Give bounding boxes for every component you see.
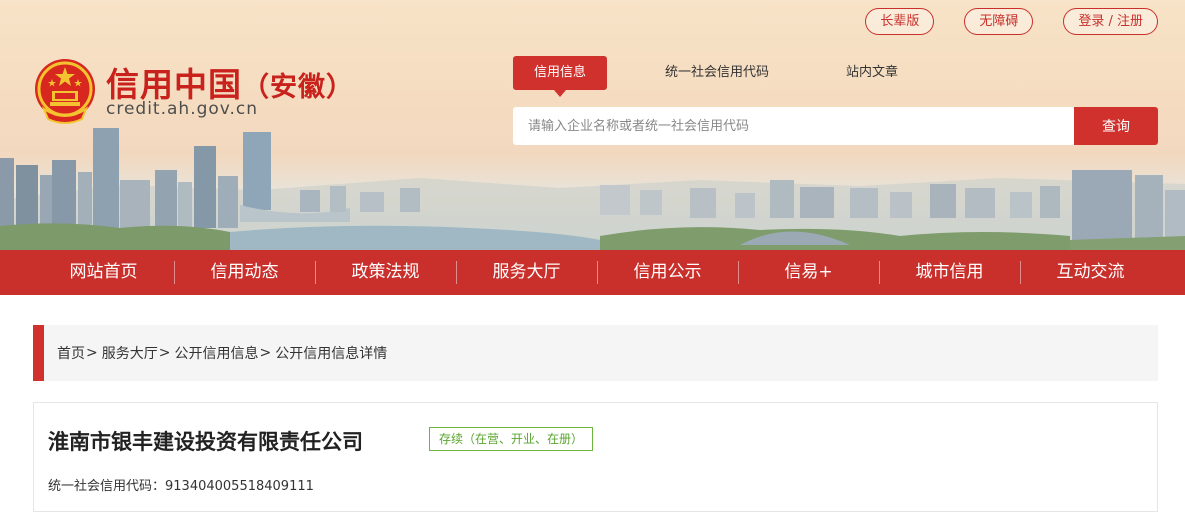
accessibility-link[interactable]: 无障碍: [964, 8, 1034, 35]
tab-unified-credit-code[interactable]: 统一社会信用代码: [634, 56, 800, 90]
company-card: 淮南市银丰建设投资有限责任公司 存续（在营、开业、在册） 统一社会信用代码：91…: [33, 402, 1158, 512]
nav-item-city-credit[interactable]: 城市信用: [879, 250, 1020, 295]
nav-item-service-hall[interactable]: 服务大厅: [456, 250, 597, 295]
breadcrumb-public-credit-info[interactable]: 公开信用信息: [174, 343, 258, 363]
header-banner: 长辈版 无障碍 登录 / 注册 信用中国（安徽） credit.ah.gov.c…: [0, 0, 1185, 250]
credit-code-value: 913404005518409111: [165, 479, 314, 494]
search-button[interactable]: 查询: [1074, 107, 1158, 145]
search-input[interactable]: [513, 107, 1074, 145]
tab-site-articles[interactable]: 站内文章: [827, 56, 917, 90]
nav-item-interaction[interactable]: 互动交流: [1020, 250, 1161, 295]
search-tabs: 信用信息 统一社会信用代码 站内文章: [513, 56, 944, 97]
elderly-mode-link[interactable]: 长辈版: [865, 8, 935, 35]
tab-credit-info[interactable]: 信用信息: [513, 56, 607, 97]
search-box: 查询: [513, 107, 1158, 145]
nav-item-policies[interactable]: 政策法规: [315, 250, 456, 295]
site-title-region: （安徽）: [242, 72, 354, 103]
credit-code-label: 统一社会信用代码：: [48, 479, 166, 494]
breadcrumb-separator: >: [158, 345, 171, 361]
breadcrumb-service-hall[interactable]: 服务大厅: [102, 343, 158, 363]
status-badge: 存续（在营、开业、在册）: [429, 427, 594, 451]
nav-item-home[interactable]: 网站首页: [33, 250, 174, 295]
login-register-link[interactable]: 登录 / 注册: [1063, 8, 1158, 35]
site-domain: credit.ah.gov.cn: [106, 99, 259, 119]
top-links: 长辈版 无障碍 登录 / 注册: [865, 8, 1158, 35]
breadcrumb-separator: >: [86, 345, 98, 361]
credit-code-row: 统一社会信用代码：913404005518409111: [48, 475, 314, 494]
breadcrumb-current: 公开信用信息详情: [275, 346, 388, 362]
nav-item-credit-news[interactable]: 信用动态: [174, 250, 315, 295]
breadcrumb-home[interactable]: 首页: [57, 343, 85, 363]
nav-item-xinyi-plus[interactable]: 信易+: [738, 250, 879, 295]
nav-item-credit-publicity[interactable]: 信用公示: [597, 250, 738, 295]
company-name: 淮南市银丰建设投资有限责任公司: [48, 430, 363, 454]
national-emblem-icon[interactable]: [30, 55, 100, 127]
breadcrumb-separator: >: [259, 345, 272, 361]
breadcrumb: 首页 > 服务大厅 > 公开信用信息 > 公开信用信息详情: [33, 325, 1158, 381]
main-nav: 网站首页 信用动态 政策法规 服务大厅 信用公示 信易+ 城市信用 互动交流: [0, 250, 1185, 295]
